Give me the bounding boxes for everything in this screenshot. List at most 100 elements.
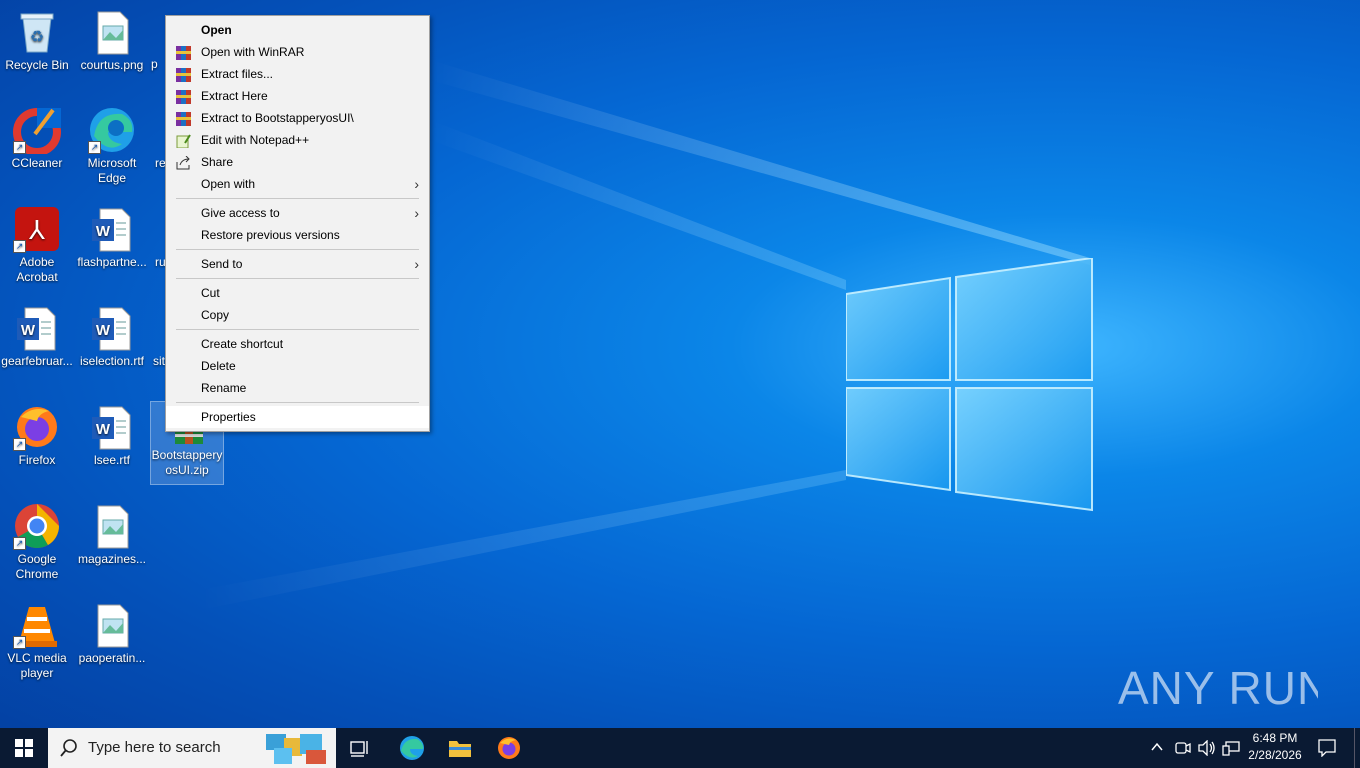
- menu-item-label: Extract Here: [201, 89, 268, 103]
- show-hidden-icons-button[interactable]: [1150, 740, 1164, 757]
- edge-icon: [400, 736, 424, 760]
- menu-item-cut[interactable]: Cut: [166, 282, 429, 304]
- chrome-icon: ↗: [13, 502, 61, 550]
- edge-icon: ↗: [88, 106, 136, 154]
- desktop-icon-adobe-acrobat[interactable]: ⅄ ↗ Adobe Acrobat: [1, 205, 73, 285]
- desktop-icon-label: Recycle Bin: [5, 58, 69, 72]
- taskbar: Type here to search 6:48 PM 2/28/2026: [0, 728, 1360, 768]
- action-center-button[interactable]: [1318, 739, 1336, 760]
- notification-icon: [1318, 739, 1336, 758]
- desktop-icon-recycle-bin[interactable]: ♻ Recycle Bin: [1, 8, 73, 73]
- notepad-plus-plus-icon: [176, 133, 191, 149]
- desktop-icon-gearfebruar[interactable]: W gearfebruar...: [1, 304, 73, 369]
- svg-text:ANY RUN: ANY RUN: [1118, 662, 1318, 714]
- desktop-icon-label: paoperatin...: [78, 651, 146, 665]
- search-highlight-puzzle-icon: [266, 734, 326, 764]
- menu-item-label: Open with: [201, 177, 256, 191]
- menu-item-extract-files[interactable]: Extract files...: [166, 63, 429, 85]
- taskbar-edge-button[interactable]: [392, 728, 432, 768]
- desktop-icon-vlc[interactable]: ↗ VLC media player: [1, 601, 73, 681]
- desktop-icon-courtus[interactable]: courtus.png: [76, 8, 148, 73]
- desktop-icon-microsoft-edge[interactable]: ↗ Microsoft Edge: [76, 106, 148, 186]
- taskbar-firefox-button[interactable]: [489, 728, 529, 768]
- start-button[interactable]: [0, 728, 48, 768]
- menu-item-label: Extract to BootstapperyosUI\: [201, 111, 354, 125]
- menu-item-label: Share: [201, 155, 234, 169]
- desktop-icon-label: gearfebruar...: [1, 354, 73, 368]
- desktop-icon-firefox[interactable]: ↗ Firefox: [1, 403, 73, 468]
- task-view-button[interactable]: [340, 728, 380, 768]
- menu-item-delete[interactable]: Delete: [166, 355, 429, 377]
- winrar-icon: [176, 111, 191, 126]
- desktop-icon-label: iselection.rtf: [79, 354, 145, 368]
- winrar-icon: [176, 89, 191, 104]
- recycle-bin-icon: ♻: [13, 8, 61, 56]
- menu-item-extract-here[interactable]: Extract Here: [166, 85, 429, 107]
- menu-item-extract-to-folder[interactable]: Extract to BootstapperyosUI\: [166, 107, 429, 129]
- menu-item-send-to[interactable]: Send to ›: [166, 253, 429, 275]
- desktop-icon-google-chrome[interactable]: ↗ Google Chrome: [1, 502, 73, 582]
- menu-item-label: Give access to: [201, 206, 280, 220]
- chevron-right-icon: ›: [414, 176, 419, 192]
- desktop-icon-magazines[interactable]: magazines...: [76, 502, 148, 567]
- context-menu: Open Open with WinRAR Extract files... E…: [165, 15, 430, 432]
- svg-text:W: W: [96, 421, 111, 438]
- menu-item-edit-with-notepad[interactable]: Edit with Notepad++: [166, 129, 429, 151]
- menu-item-properties[interactable]: Properties: [166, 406, 429, 428]
- chevron-up-icon: [1151, 742, 1163, 751]
- desktop-icon-flashpartne[interactable]: W flashpartne...: [76, 205, 148, 270]
- menu-item-label: Properties: [201, 410, 256, 424]
- desktop-icon-iselection[interactable]: W iselection.rtf: [76, 304, 148, 369]
- desktop-icon-lsee[interactable]: W lsee.rtf: [76, 403, 148, 468]
- svg-text:⅄: ⅄: [28, 215, 45, 245]
- task-view-icon: [350, 741, 368, 757]
- taskbar-clock[interactable]: 6:48 PM 2/28/2026: [1236, 730, 1314, 764]
- volume-button[interactable]: [1198, 739, 1216, 759]
- svg-text:W: W: [96, 223, 111, 240]
- desktop-icon-label: flashpartne...: [77, 255, 147, 269]
- word-document-icon: W: [88, 304, 136, 352]
- menu-item-open-with-winrar[interactable]: Open with WinRAR: [166, 41, 429, 63]
- show-desktop-button[interactable]: [1354, 728, 1360, 768]
- menu-item-label: Rename: [201, 381, 247, 395]
- image-file-icon: [88, 502, 136, 550]
- menu-item-copy[interactable]: Copy: [166, 304, 429, 326]
- taskbar-file-explorer-button[interactable]: [440, 728, 480, 768]
- menu-item-rename[interactable]: Rename: [166, 377, 429, 399]
- menu-item-open[interactable]: Open: [166, 19, 429, 41]
- desktop-icon-label: BootstapperyosUI.zip: [151, 448, 223, 477]
- menu-item-give-access-to[interactable]: Give access to ›: [166, 202, 429, 224]
- menu-item-create-shortcut[interactable]: Create shortcut: [166, 333, 429, 355]
- svg-text:W: W: [96, 322, 111, 339]
- camera-icon: [1175, 742, 1191, 754]
- menu-separator: [176, 249, 419, 250]
- menu-item-open-with[interactable]: Open with ›: [166, 173, 429, 195]
- desktop-icon-label: CCleaner: [11, 156, 63, 170]
- winrar-icon: [176, 45, 191, 60]
- word-document-icon: W: [13, 304, 61, 352]
- firefox-icon: ↗: [13, 403, 61, 451]
- menu-separator: [176, 198, 419, 199]
- menu-item-label: Cut: [201, 286, 220, 300]
- chevron-right-icon: ›: [414, 256, 419, 272]
- menu-item-share[interactable]: Share: [166, 151, 429, 173]
- desktop-icon-label: Firefox: [18, 453, 56, 467]
- menu-item-label: Create shortcut: [201, 337, 284, 351]
- desktop-icon-label: Microsoft Edge: [87, 156, 137, 185]
- desktop-icon-label: magazines...: [77, 552, 147, 566]
- meet-now-button[interactable]: [1175, 740, 1191, 759]
- desktop-icon-paoperatin[interactable]: paoperatin...: [76, 601, 148, 666]
- menu-item-label: Delete: [201, 359, 236, 373]
- menu-item-label: Copy: [201, 308, 230, 322]
- clock-date: 2/28/2026: [1248, 748, 1302, 762]
- firefox-icon: [498, 737, 520, 759]
- svg-text:W: W: [21, 322, 36, 339]
- speaker-icon: [1198, 739, 1215, 757]
- adobe-acrobat-icon: ⅄ ↗: [13, 205, 61, 253]
- search-icon: [60, 739, 77, 757]
- desktop-icon-ccleaner[interactable]: ↗ CCleaner: [1, 106, 73, 171]
- taskbar-search-box[interactable]: Type here to search: [48, 728, 336, 768]
- winrar-icon: [176, 67, 191, 82]
- clock-time: 6:48 PM: [1252, 731, 1298, 745]
- menu-item-restore-previous-versions[interactable]: Restore previous versions: [166, 224, 429, 246]
